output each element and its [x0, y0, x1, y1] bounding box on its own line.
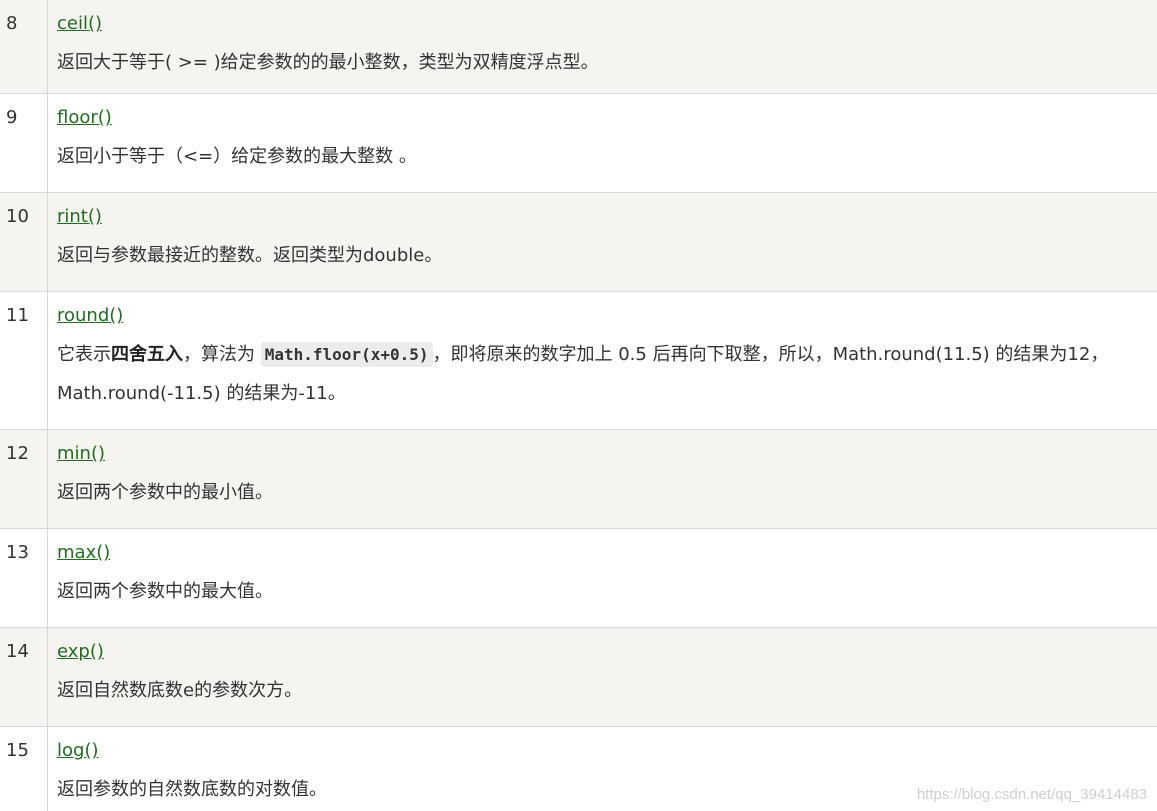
row-number: 14 [6, 641, 29, 662]
row-number-cell: 15 [0, 727, 48, 811]
method-description: 返回与参数最接近的整数。返回类型为double。 [57, 245, 443, 266]
row-number-cell: 11 [0, 292, 48, 429]
row-number: 9 [6, 107, 18, 128]
method-link-max[interactable]: max() [57, 541, 110, 565]
table-row: 8 ceil() 返回大于等于( >= )给定参数的的最小整数，类型为双精度浮点… [0, 0, 1157, 94]
desc-bold-term: 四舍五入 [111, 344, 183, 365]
row-number: 11 [6, 305, 29, 326]
row-number-cell: 13 [0, 529, 48, 627]
table-row: 9 floor() 返回小于等于（<=）给定参数的最大整数 。 [0, 94, 1157, 193]
desc-suffix: ，即将原来的数字加上 0.5 后再向下取整，所以，Math.round(11.5… [432, 344, 1109, 365]
table-row: 14 exp() 返回自然数底数e的参数次方。 [0, 628, 1157, 727]
row-number-cell: 9 [0, 94, 48, 192]
watermark: https://blog.csdn.net/qq_39414483 [916, 786, 1147, 803]
method-description: 返回自然数底数e的参数次方。 [57, 680, 303, 701]
row-number-cell: 12 [0, 430, 48, 528]
row-number-cell: 10 [0, 193, 48, 291]
method-description: 返回两个参数中的最大值。 [57, 581, 273, 602]
table-row: 12 min() 返回两个参数中的最小值。 [0, 430, 1157, 529]
method-description: 返回小于等于（<=）给定参数的最大整数 。 [57, 146, 417, 167]
method-link-rint[interactable]: rint() [57, 205, 102, 229]
method-link-exp[interactable]: exp() [57, 640, 104, 664]
desc-mid: ，算法为 [183, 344, 261, 365]
method-link-round[interactable]: round() [57, 304, 123, 328]
row-number: 10 [6, 206, 29, 227]
method-description: 返回两个参数中的最小值。 [57, 482, 273, 503]
method-description: 返回大于等于( >= )给定参数的的最小整数，类型为双精度浮点型。 [57, 52, 599, 73]
method-link-ceil[interactable]: ceil() [57, 12, 102, 36]
method-description: 它表示四舍五入，算法为 Math.floor(x+0.5) ，即将原来的数字加上 … [57, 342, 1109, 367]
desc-prefix: 它表示 [57, 344, 111, 365]
table-row: 13 max() 返回两个参数中的最大值。 [0, 529, 1157, 628]
row-number-cell: 14 [0, 628, 48, 726]
row-number: 15 [6, 740, 29, 761]
row-number-cell: 8 [0, 0, 48, 93]
method-description-line2: Math.round(-11.5) 的结果为-11。 [57, 383, 346, 404]
math-methods-table: 8 ceil() 返回大于等于( >= )给定参数的的最小整数，类型为双精度浮点… [0, 0, 1157, 811]
table-row: 11 round() 它表示四舍五入，算法为 Math.floor(x+0.5)… [0, 292, 1157, 430]
inline-code: Math.floor(x+0.5) [260, 342, 433, 367]
row-number: 12 [6, 443, 29, 464]
table-row: 10 rint() 返回与参数最接近的整数。返回类型为double。 [0, 193, 1157, 292]
method-link-log[interactable]: log() [57, 739, 98, 763]
method-link-min[interactable]: min() [57, 442, 105, 466]
method-link-floor[interactable]: floor() [57, 106, 112, 130]
method-description: 返回参数的自然数底数的对数值。 [57, 779, 327, 800]
row-number: 8 [6, 13, 18, 34]
row-number: 13 [6, 542, 29, 563]
